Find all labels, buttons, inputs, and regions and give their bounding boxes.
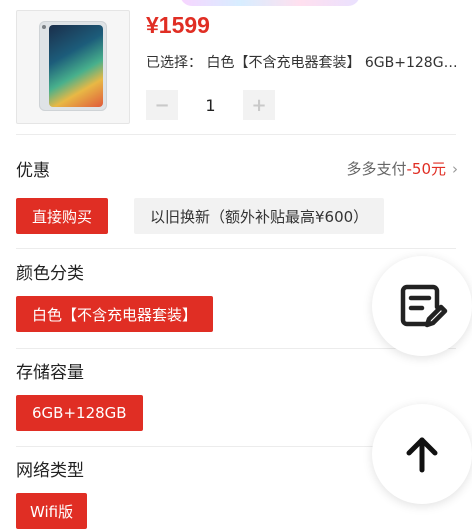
arrow-up-icon [406, 437, 438, 473]
color-label: 颜色分类 [16, 264, 84, 284]
option-storage[interactable]: 6GB+128GB [16, 395, 143, 431]
quantity-stepper: − 1 + [146, 90, 275, 120]
payment-method-text: 多多支付 [346, 160, 407, 178]
decrease-button[interactable]: − [146, 90, 178, 120]
product-image[interactable] [16, 10, 130, 124]
back-to-top-button[interactable] [372, 404, 472, 504]
divider [16, 134, 456, 135]
divider [16, 248, 456, 249]
option-trade-in[interactable]: 以旧换新（额外补贴最高¥600） [134, 198, 385, 234]
quantity-value[interactable]: 1 [178, 96, 243, 115]
note-button[interactable] [372, 256, 472, 356]
selected-variant-text: 已选择： 白色【不含充电器套装】 6GB+128GB Wifi版 [146, 55, 458, 71]
chevron-right-icon: › [452, 160, 458, 178]
option-network-wifi[interactable]: Wifi版 [16, 493, 88, 529]
network-label: 网络类型 [16, 461, 84, 481]
tablet-screen [49, 25, 103, 107]
option-color-white[interactable]: 白色【不含充电器套装】 [16, 296, 214, 332]
option-direct-buy[interactable]: 直接购买 [16, 198, 109, 234]
discount-detail-link[interactable]: 多多支付-50元 › [346, 158, 458, 179]
increase-button[interactable]: + [243, 90, 275, 120]
divider [16, 348, 456, 349]
storage-label: 存储容量 [16, 363, 84, 383]
sku-selector: ¥1599 已选择： 白色【不含充电器套装】 6GB+128GB Wifi版 −… [0, 0, 472, 530]
discount-amount: -50元 [406, 160, 447, 178]
tablet-image [39, 21, 107, 111]
discount-label: 优惠 [16, 161, 50, 181]
camera-dot [42, 25, 46, 29]
top-decoration [180, 0, 360, 6]
note-edit-icon [400, 284, 448, 328]
price: ¥1599 [146, 12, 210, 38]
